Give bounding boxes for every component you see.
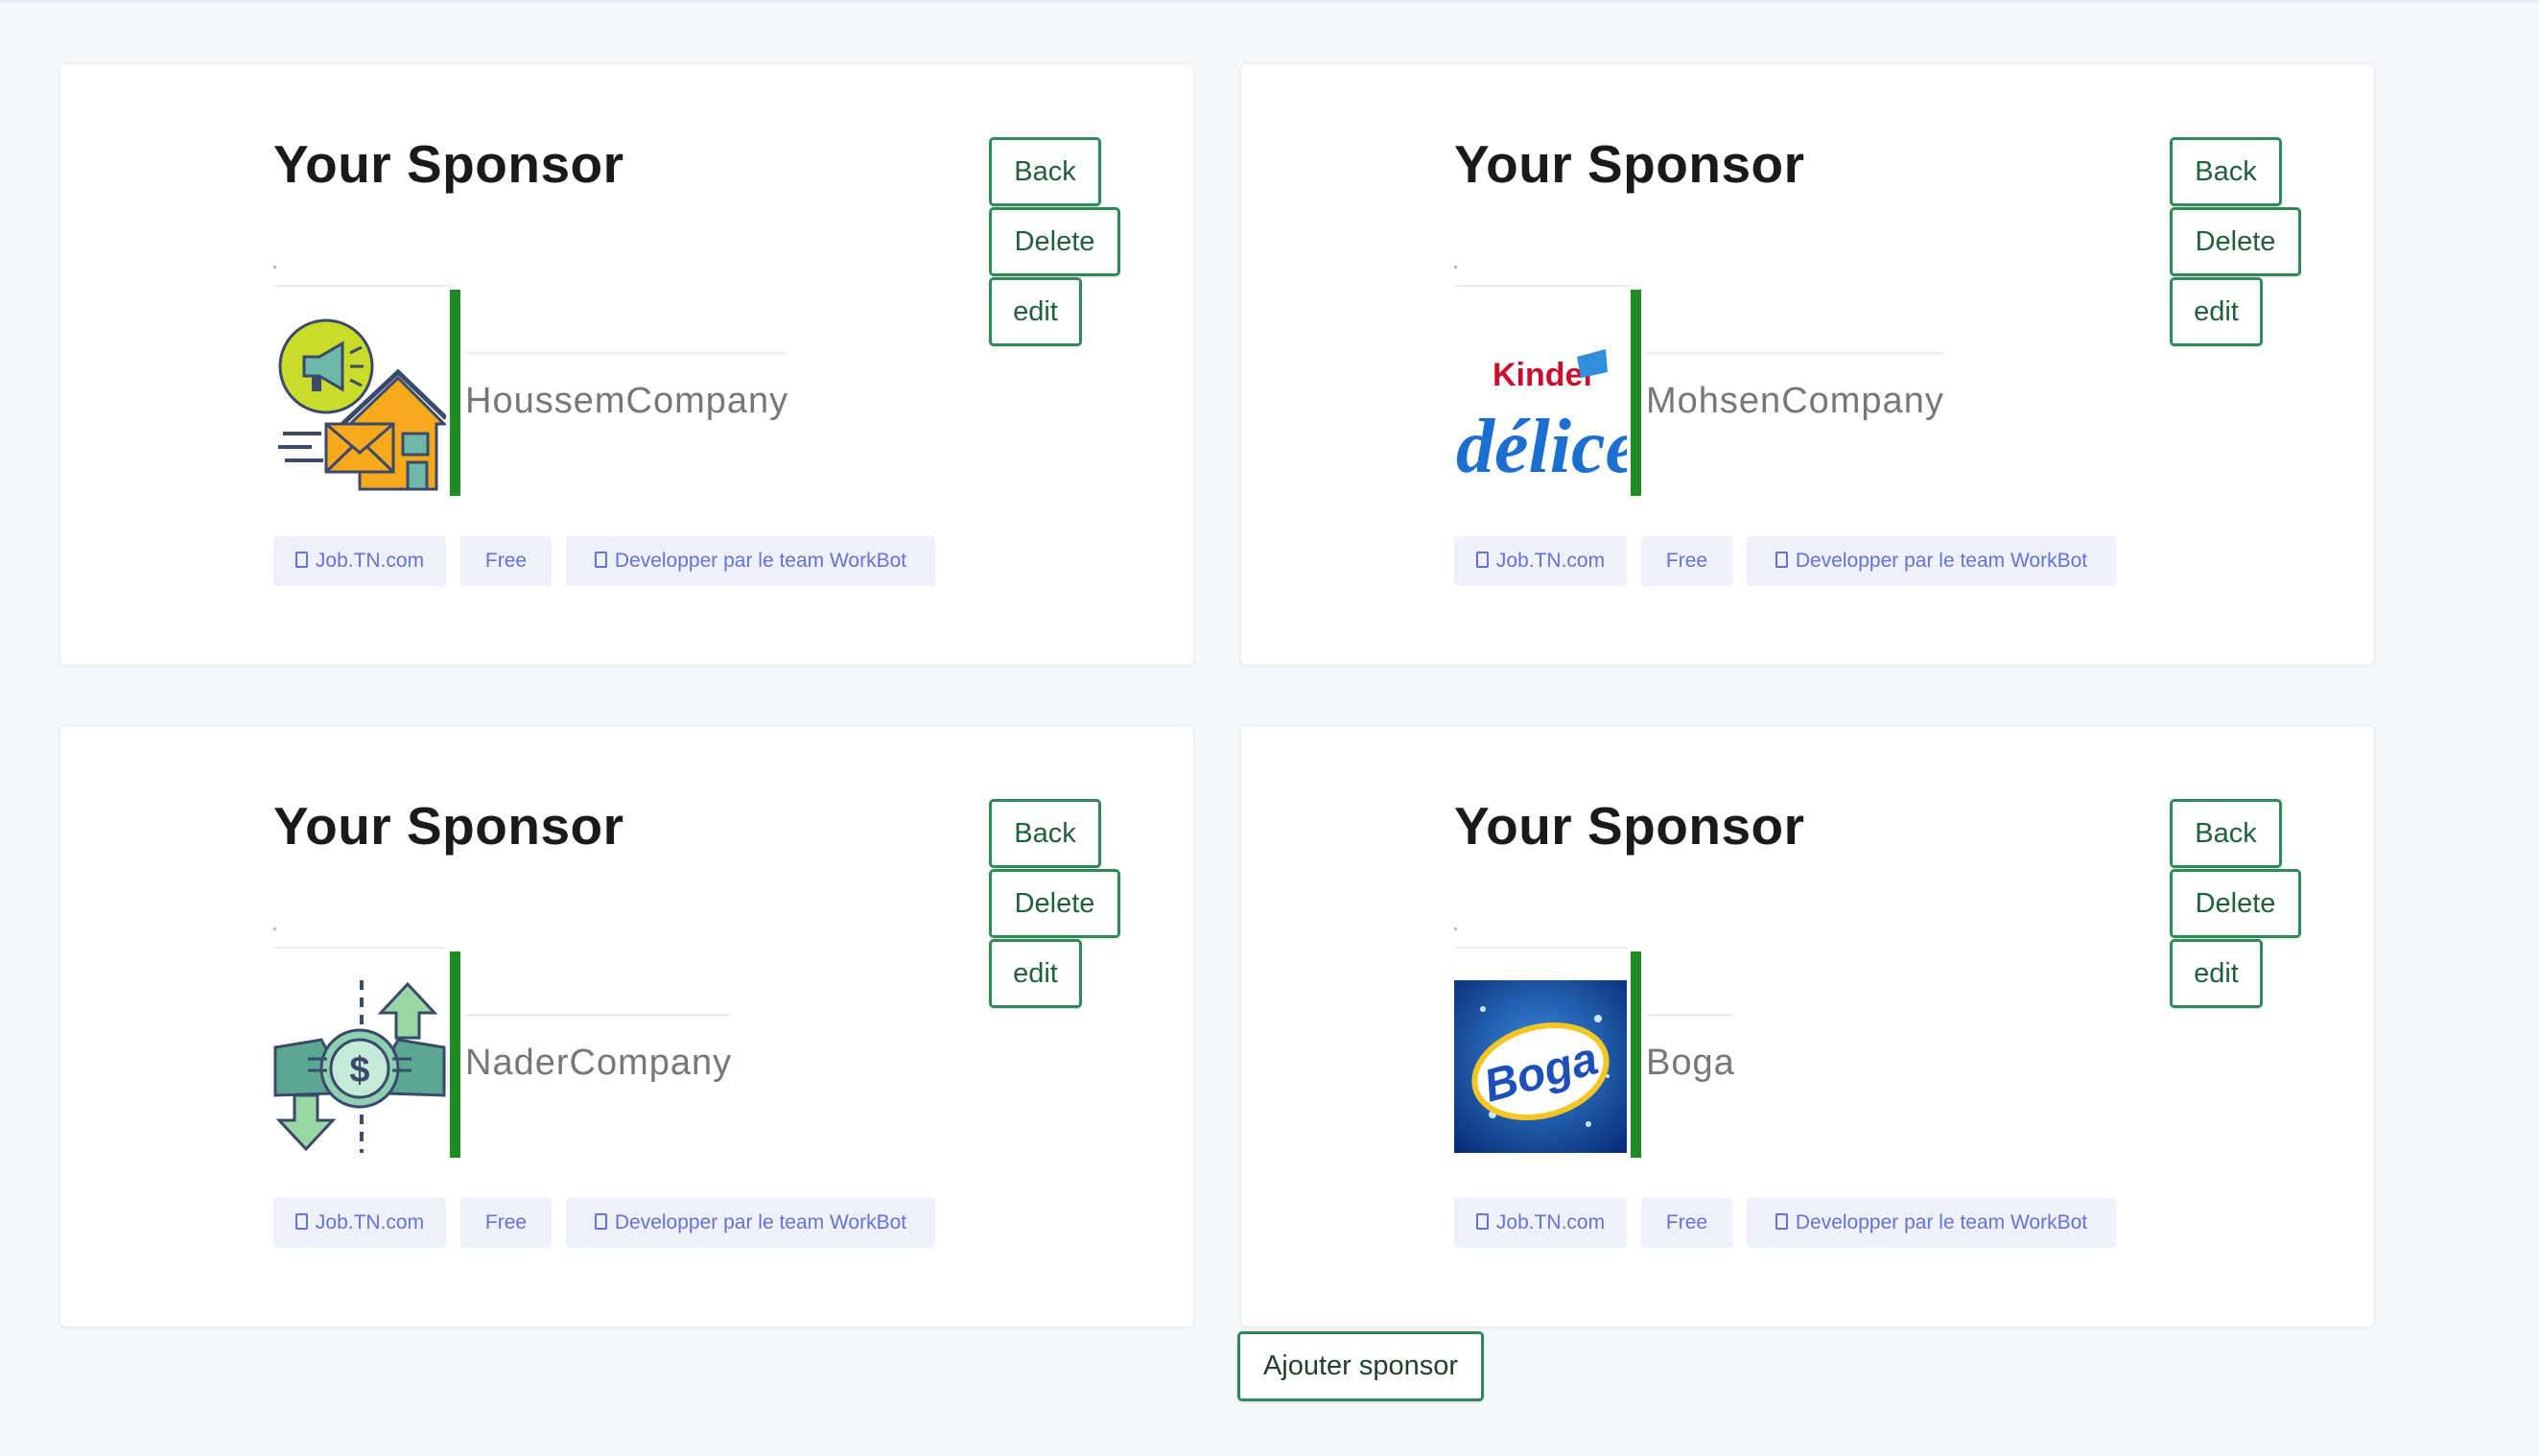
accent-bar — [1631, 290, 1641, 496]
back-button[interactable]: Back — [989, 137, 1101, 206]
sponsor-card-houssem: Your Sponsor HoussemCompany Back Delete … — [59, 63, 1194, 666]
square-icon — [594, 1213, 607, 1230]
divider-line — [465, 352, 787, 355]
boga-logo: Boga — [1454, 980, 1627, 1153]
kinder-delice-logo: Kinder délice — [1456, 349, 1627, 489]
back-button[interactable]: Back — [2170, 137, 2282, 206]
square-icon — [1475, 552, 1489, 568]
tag-label: Developper par le team WorkBot — [1795, 550, 2088, 572]
square-icon — [294, 1213, 308, 1230]
tag-site: Job.TN.com — [273, 1198, 446, 1248]
divider-line — [1454, 947, 1627, 949]
tag-price: Free — [460, 1198, 552, 1248]
edit-button[interactable]: edit — [989, 277, 1082, 346]
tag-credits: Developper par le team WorkBot — [1747, 1198, 2116, 1248]
square-icon — [1775, 552, 1788, 568]
divider-dot — [1454, 928, 1457, 930]
divider-dot — [273, 928, 276, 930]
delice-text: délice — [1456, 405, 1627, 489]
tag-label: Developper par le team WorkBot — [1795, 1211, 2088, 1233]
tag-label: Developper par le team WorkBot — [614, 550, 907, 572]
delete-button[interactable]: Delete — [989, 869, 1120, 938]
add-sponsor-button[interactable]: Ajouter sponsor — [1237, 1331, 1484, 1401]
square-icon — [1475, 1213, 1489, 1230]
delete-button[interactable]: Delete — [2170, 869, 2301, 938]
tag-price: Free — [1641, 1198, 1732, 1248]
sponsor-card-boga: Your Sponsor Boga Boga Back Delete edit … — [1240, 725, 2375, 1327]
tag-site: Job.TN.com — [1454, 1198, 1627, 1248]
accent-bar — [450, 951, 460, 1158]
back-button[interactable]: Back — [2170, 799, 2282, 868]
square-icon — [294, 552, 308, 568]
divider-line — [273, 285, 446, 287]
card-title: Your Sponsor — [273, 796, 624, 856]
tag-label: Free — [484, 550, 528, 572]
tag-label: Job.TN.com — [1495, 1211, 1606, 1233]
card-title: Your Sponsor — [1454, 796, 1805, 856]
square-icon — [594, 552, 607, 568]
accent-bar — [450, 290, 460, 496]
money-transfer-icon: $ — [273, 980, 446, 1153]
card-title: Your Sponsor — [1454, 134, 1805, 194]
tag-label: Job.TN.com — [1495, 550, 1606, 572]
company-name: NaderCompany — [465, 1043, 733, 1083]
divider-line — [1646, 1014, 1732, 1017]
accent-bar — [1631, 951, 1641, 1158]
divider-line — [273, 947, 446, 949]
company-name: MohsenCompany — [1646, 381, 1944, 421]
tag-site: Job.TN.com — [273, 536, 446, 586]
company-name: HoussemCompany — [465, 381, 789, 421]
divider-line — [1646, 352, 1943, 355]
sponsor-card-nader: Your Sponsor $ NaderCompany Back Delete … — [59, 725, 1194, 1327]
tag-label: Job.TN.com — [315, 1211, 425, 1233]
sponsor-page: Your Sponsor HoussemCompany Back Delete … — [0, 0, 2539, 1456]
divider-line — [1454, 285, 1627, 287]
tag-label: Job.TN.com — [315, 550, 425, 572]
edit-button[interactable]: edit — [2170, 277, 2263, 346]
edit-button[interactable]: edit — [989, 939, 1082, 1008]
sponsor-card-mohsen: Your Sponsor Kinder délice MohsenCompany… — [1240, 63, 2375, 666]
megaphone-house-mail-icon — [278, 318, 446, 491]
divider-dot — [273, 266, 276, 269]
back-button[interactable]: Back — [989, 799, 1101, 868]
tag-label: Developper par le team WorkBot — [614, 1211, 907, 1233]
tag-site: Job.TN.com — [1454, 536, 1627, 586]
delete-button[interactable]: Delete — [2170, 207, 2301, 276]
tag-label: Free — [1665, 550, 1708, 572]
svg-text:$: $ — [349, 1050, 369, 1091]
company-name: Boga — [1646, 1043, 1735, 1083]
tag-label: Free — [1665, 1211, 1708, 1233]
tag-price: Free — [1641, 536, 1732, 586]
square-icon — [1775, 1213, 1788, 1230]
tag-credits: Developper par le team WorkBot — [1747, 536, 2116, 586]
tag-credits: Developper par le team WorkBot — [566, 1198, 935, 1248]
tag-credits: Developper par le team WorkBot — [566, 536, 935, 586]
tag-price: Free — [460, 536, 552, 586]
divider-dot — [1454, 266, 1457, 269]
divider-line — [465, 1014, 729, 1017]
edit-button[interactable]: edit — [2170, 939, 2263, 1008]
delete-button[interactable]: Delete — [989, 207, 1120, 276]
card-title: Your Sponsor — [273, 134, 624, 194]
tag-label: Free — [484, 1211, 528, 1233]
